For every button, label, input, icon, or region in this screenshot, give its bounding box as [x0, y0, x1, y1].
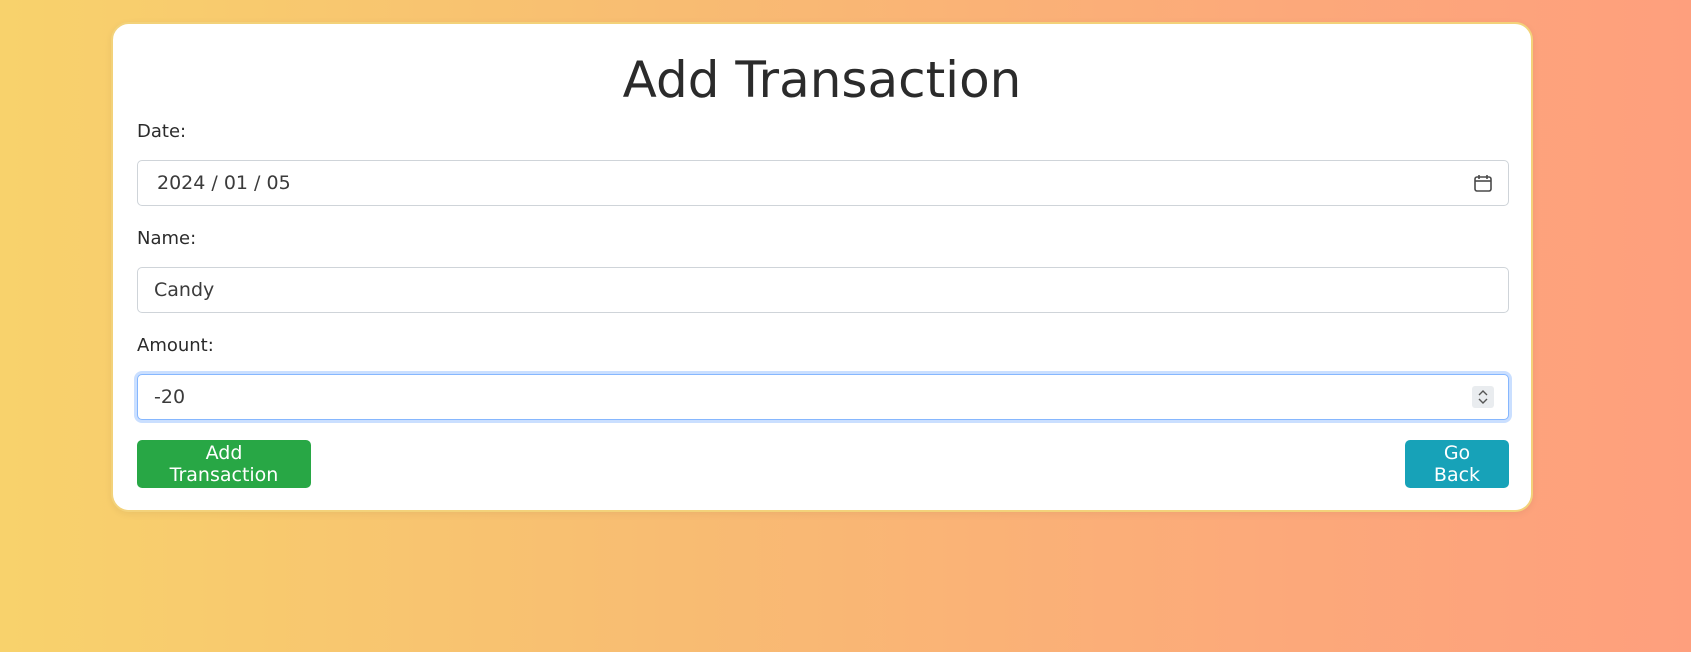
name-value: Candy [154, 279, 215, 301]
go-back-button[interactable]: Go Back [1405, 440, 1509, 488]
add-transaction-card: Add Transaction Date: 2024 / 01 / 05 Nam… [111, 22, 1533, 512]
spin-arrows-icon[interactable] [1472, 386, 1494, 408]
calendar-icon[interactable] [1472, 172, 1494, 194]
amount-value: -20 [154, 386, 186, 408]
name-label: Name: [137, 228, 197, 249]
page-title: Add Transaction [622, 51, 1022, 109]
add-transaction-button[interactable]: Add Transaction [137, 440, 311, 488]
date-field[interactable]: 2024 / 01 / 05 [137, 160, 1509, 206]
date-value: 2024 / 01 / 05 [157, 172, 291, 194]
amount-field[interactable]: -20 [137, 374, 1509, 420]
date-label: Date: [137, 121, 187, 142]
name-field[interactable]: Candy [137, 267, 1509, 313]
amount-label: Amount: [137, 335, 214, 356]
